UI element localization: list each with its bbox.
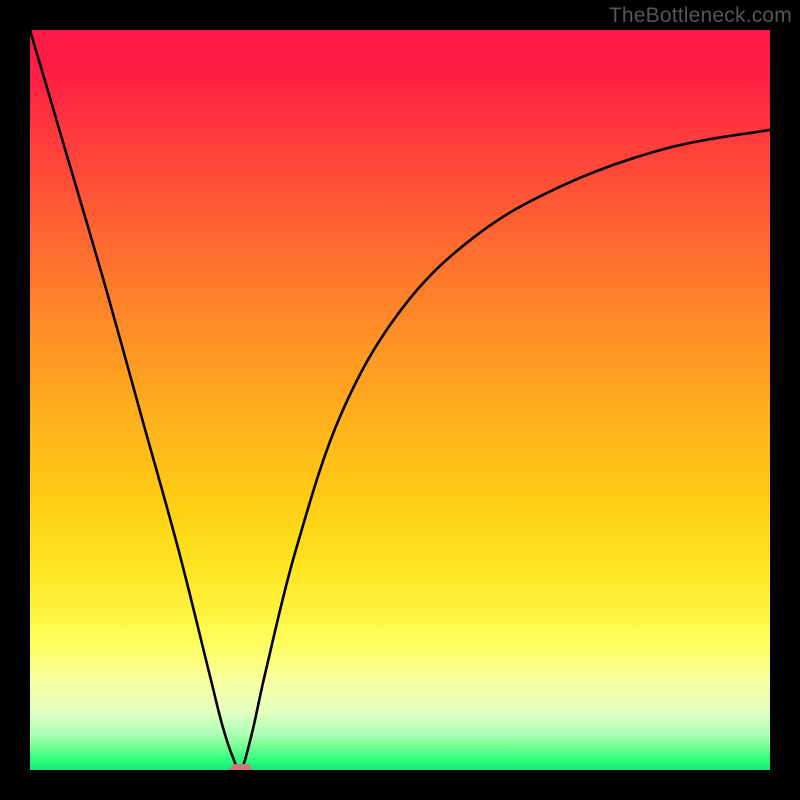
bottleneck-curve xyxy=(30,30,770,770)
plot-area xyxy=(30,30,770,770)
attribution-text: TheBottleneck.com xyxy=(609,4,792,28)
chart-frame: TheBottleneck.com xyxy=(0,0,800,800)
minimum-marker xyxy=(230,764,252,770)
